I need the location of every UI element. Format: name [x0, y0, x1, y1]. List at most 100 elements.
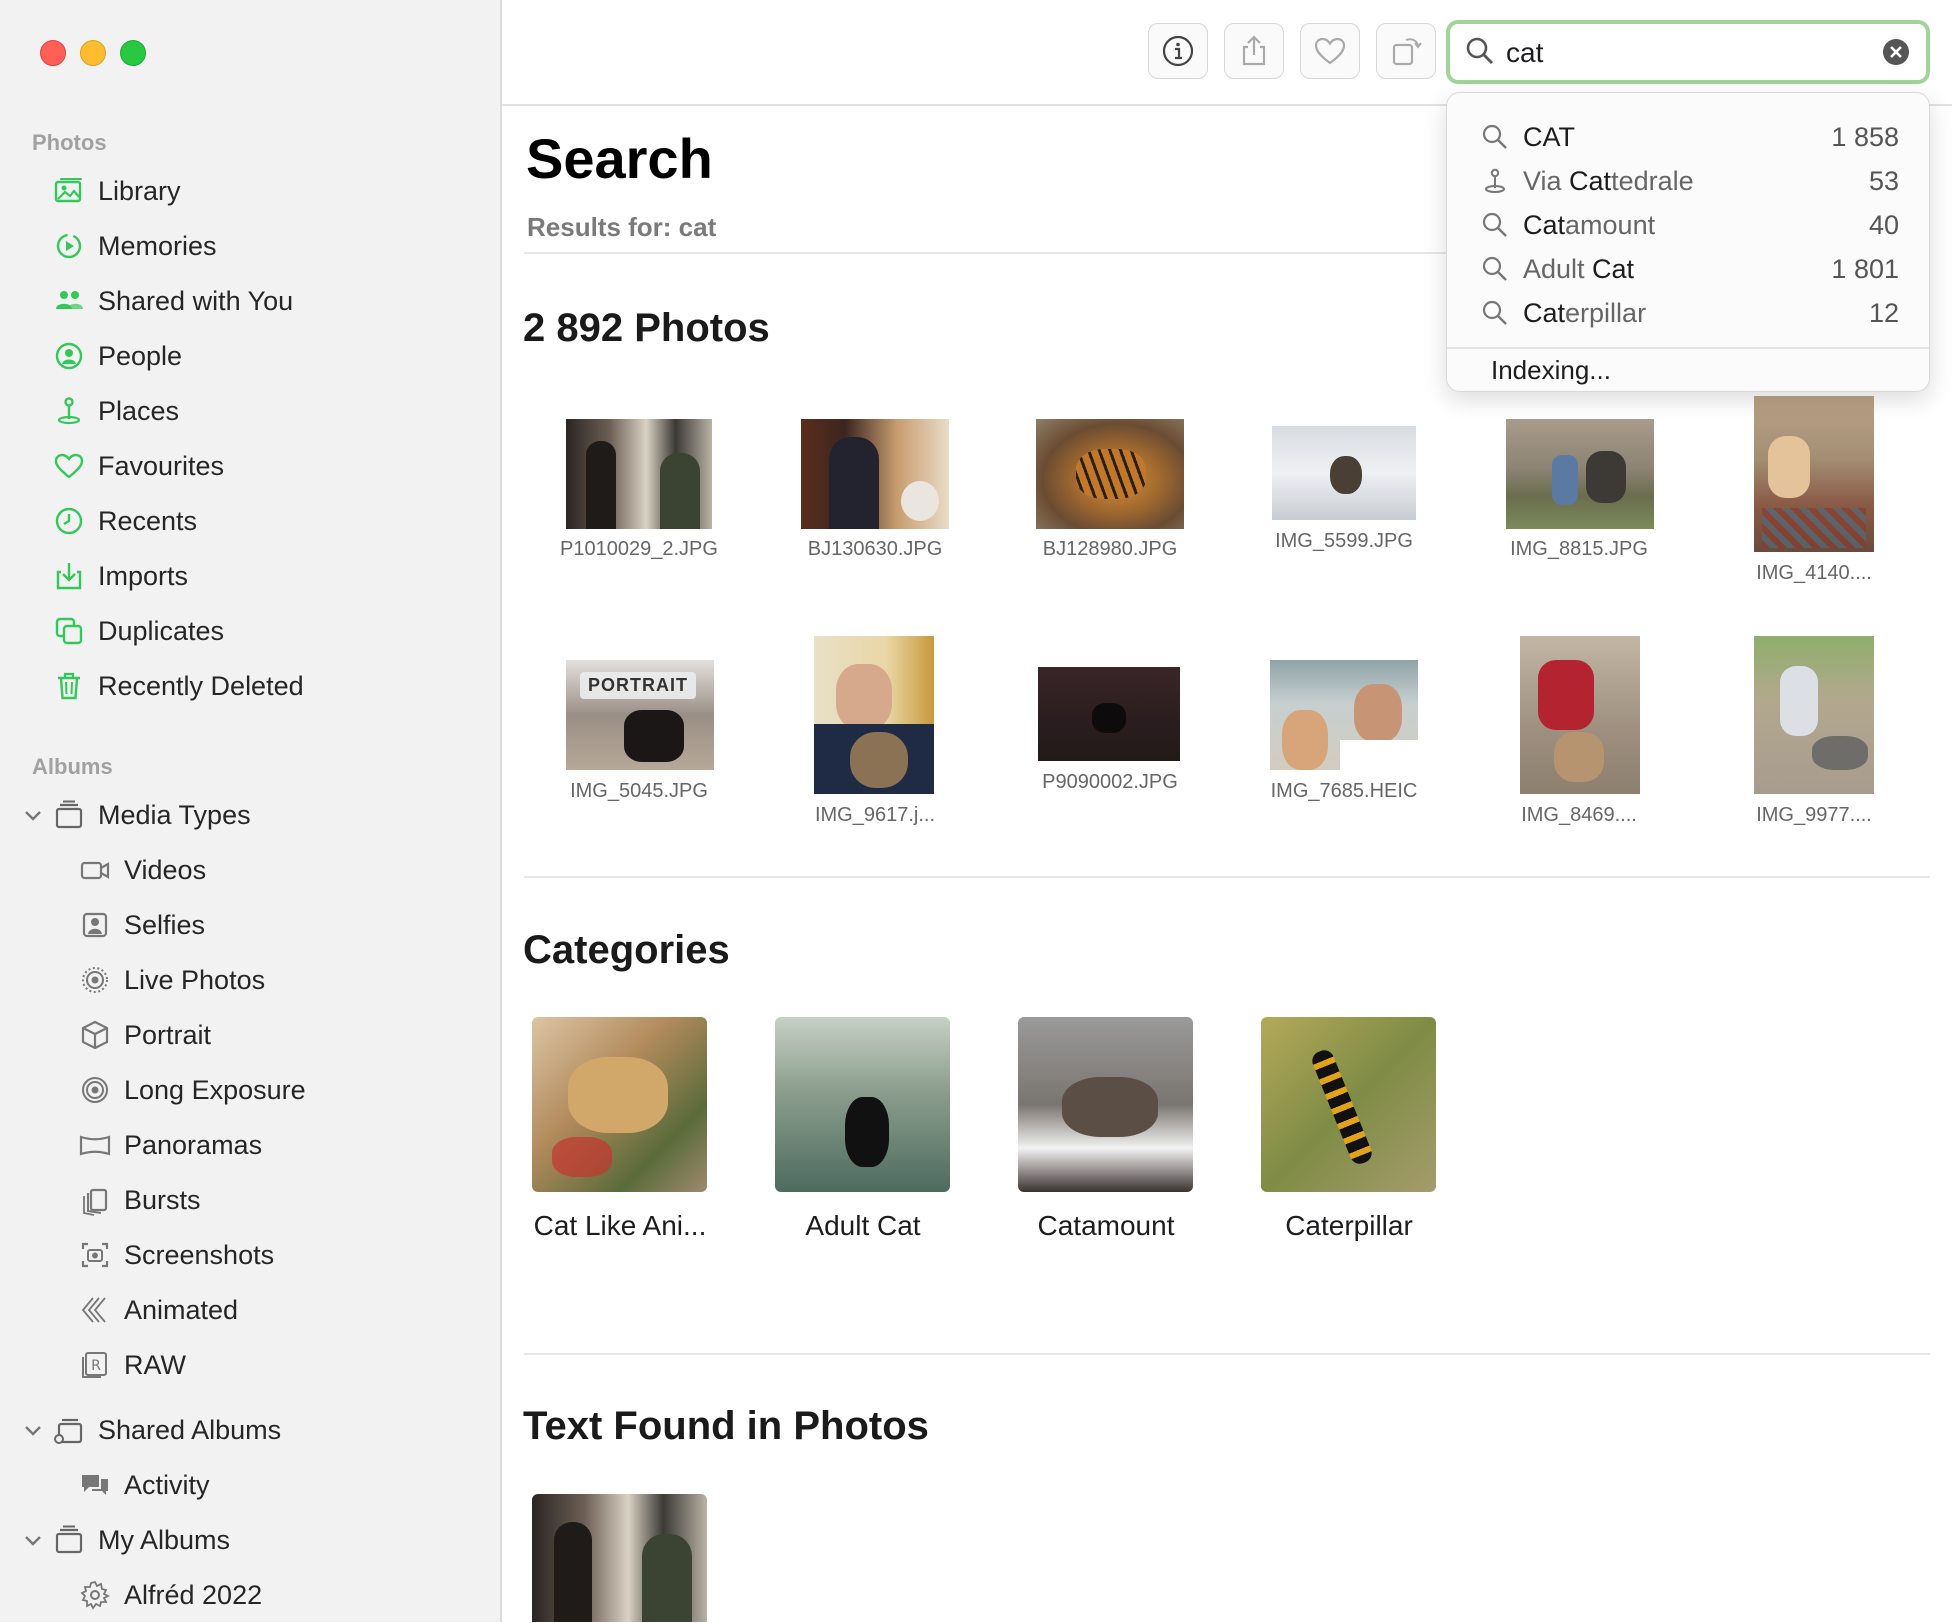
svg-text:R: R: [91, 1358, 101, 1374]
category-thumbnail[interactable]: [1261, 1017, 1436, 1192]
sidebar-item-label: Live Photos: [124, 964, 266, 995]
sidebar-group-shared-albums[interactable]: Shared Albums: [25, 1402, 282, 1458]
sidebar-item-alfred-2022[interactable]: Alfréd 2022: [78, 1567, 262, 1623]
sidebar-item-memories[interactable]: Memories: [52, 218, 217, 274]
category-thumbnail[interactable]: [532, 1017, 707, 1192]
photo-thumbnail[interactable]: [566, 419, 712, 529]
photo-filename: BJ130630.JPG: [807, 538, 943, 560]
photo-filename: BJ128980.JPG: [1042, 538, 1178, 560]
sidebar-section-albums: Albums: [32, 754, 113, 779]
heart-icon: [1314, 37, 1346, 65]
sidebar-item-label: Shared with You: [98, 285, 294, 316]
sidebar-item-recently-deleted[interactable]: Recently Deleted: [52, 658, 304, 714]
photo-thumbnail[interactable]: [1036, 419, 1184, 529]
search-suggestions: CAT 1 858 Via Cattedrale 53 Catamount 40…: [1446, 92, 1930, 392]
sidebar-item-imports[interactable]: Imports: [52, 548, 188, 604]
sidebar-item-panoramas[interactable]: Panoramas: [78, 1117, 262, 1173]
photo-thumbnail[interactable]: [1506, 419, 1654, 529]
sidebar-item-recents[interactable]: Recents: [52, 493, 197, 549]
sidebar-item-library[interactable]: Library: [52, 163, 181, 219]
photo-filename: IMG_5599.JPG: [1275, 530, 1413, 552]
indexing-status: Indexing...: [1491, 355, 1611, 385]
category-thumbnail[interactable]: [775, 1017, 950, 1192]
sidebar-item-duplicates[interactable]: Duplicates: [52, 603, 224, 659]
suggestion-item[interactable]: Catamount 40: [1447, 203, 1929, 247]
photo-filename: IMG_9977....: [1756, 804, 1872, 826]
chevron-down-icon[interactable]: [22, 1529, 44, 1551]
divider: [524, 876, 1930, 878]
sidebar-item-people[interactable]: People: [52, 328, 182, 384]
sidebar-item-label: RAW: [124, 1349, 186, 1380]
categories-heading: Categories: [523, 928, 730, 972]
photo-thumbnail[interactable]: [1520, 636, 1640, 794]
sidebar-item-label: Long Exposure: [124, 1074, 306, 1105]
photo-thumbnail[interactable]: [801, 419, 949, 529]
photo-thumbnail[interactable]: [1754, 396, 1874, 552]
suggestion-item[interactable]: Via Cattedrale 53: [1447, 159, 1929, 203]
sidebar-item-portrait[interactable]: Portrait: [78, 1007, 211, 1063]
sidebar-item-label: Animated: [124, 1294, 239, 1325]
sidebar-item-label: Screenshots: [124, 1239, 275, 1270]
sidebar-item-videos[interactable]: Videos: [78, 842, 206, 898]
search-input[interactable]: [1504, 30, 1868, 76]
sidebar-item-places[interactable]: Places: [52, 383, 179, 439]
sidebar-item-live-photos[interactable]: Live Photos: [78, 952, 265, 1008]
sidebar-item-screenshots[interactable]: Screenshots: [78, 1227, 274, 1283]
share-button[interactable]: [1224, 23, 1284, 79]
sidebar-item-favourites[interactable]: Favourites: [52, 438, 224, 494]
memories-icon: [52, 229, 86, 263]
suggestion-label: Cat: [1523, 297, 1566, 328]
selfie-icon: [78, 908, 112, 942]
sidebar-item-selfies[interactable]: Selfies: [78, 897, 205, 953]
photo-thumbnail[interactable]: PORTRAIT: [566, 660, 714, 770]
clock-icon: [52, 504, 86, 538]
places-icon: [1485, 168, 1505, 193]
photo-thumbnail[interactable]: [1272, 426, 1416, 520]
suggestion-label: CAT: [1523, 121, 1575, 152]
shared-with-you-icon: [52, 284, 86, 318]
sidebar-item-label: Panoramas: [124, 1129, 263, 1160]
search-field[interactable]: [1446, 20, 1930, 84]
suggestion-item[interactable]: Adult Cat 1 801: [1447, 247, 1929, 291]
chevron-down-icon[interactable]: [22, 1419, 44, 1441]
sidebar-section-photos: Photos: [32, 130, 107, 155]
clear-search-icon[interactable]: [1882, 38, 1910, 66]
category-thumbnail[interactable]: [1018, 1017, 1193, 1192]
sidebar-item-activity[interactable]: Activity: [78, 1457, 210, 1513]
sidebar-item-label: Memories: [98, 230, 217, 261]
sidebar-item-label: Portrait: [124, 1019, 212, 1050]
info-button[interactable]: [1148, 23, 1208, 79]
window-close-button[interactable]: [40, 40, 66, 66]
album-stack-icon: [52, 1523, 86, 1557]
sidebar-item-animated[interactable]: Animated: [78, 1282, 238, 1338]
chevron-down-icon[interactable]: [22, 804, 44, 826]
sidebar-item-shared-with-you[interactable]: Shared with You: [52, 273, 293, 329]
sidebar-item-long-exposure[interactable]: Long Exposure: [78, 1062, 306, 1118]
photo-thumbnail[interactable]: [1754, 636, 1874, 794]
sidebar-group-my-albums[interactable]: My Albums: [25, 1512, 230, 1568]
suggestion-item[interactable]: CAT 1 858: [1447, 115, 1929, 159]
sidebar-item-label: Alfréd 2022: [124, 1579, 263, 1610]
sidebar-item-label: Shared Albums: [98, 1414, 282, 1445]
sidebar-item-raw[interactable]: R RAW: [78, 1337, 186, 1393]
photo-thumbnail[interactable]: [1038, 667, 1180, 761]
sidebar-item-bursts[interactable]: Bursts: [78, 1172, 201, 1228]
text-found-thumbnail[interactable]: [532, 1494, 707, 1622]
library-icon: [52, 174, 86, 208]
sidebar-group-media-types[interactable]: Media Types: [25, 787, 251, 843]
search-icon: [1482, 300, 1507, 325]
people-icon: [52, 339, 86, 373]
photo-filename: IMG_4140....: [1756, 562, 1872, 584]
photo-filename: P9090002.JPG: [1042, 771, 1178, 793]
portrait-badge: PORTRAIT: [580, 672, 696, 699]
suggestion-item[interactable]: Caterpillar 12: [1447, 291, 1929, 335]
rotate-button[interactable]: [1376, 23, 1436, 79]
favourite-button[interactable]: [1300, 23, 1360, 79]
photo-thumbnail[interactable]: [814, 636, 934, 794]
shared-album-icon: [52, 1413, 86, 1447]
window-zoom-button[interactable]: [120, 40, 146, 66]
photo-thumbnail[interactable]: [1270, 660, 1418, 770]
text-found-heading: Text Found in Photos: [523, 1404, 929, 1448]
window-minimize-button[interactable]: [80, 40, 106, 66]
search-icon: [1482, 124, 1507, 149]
